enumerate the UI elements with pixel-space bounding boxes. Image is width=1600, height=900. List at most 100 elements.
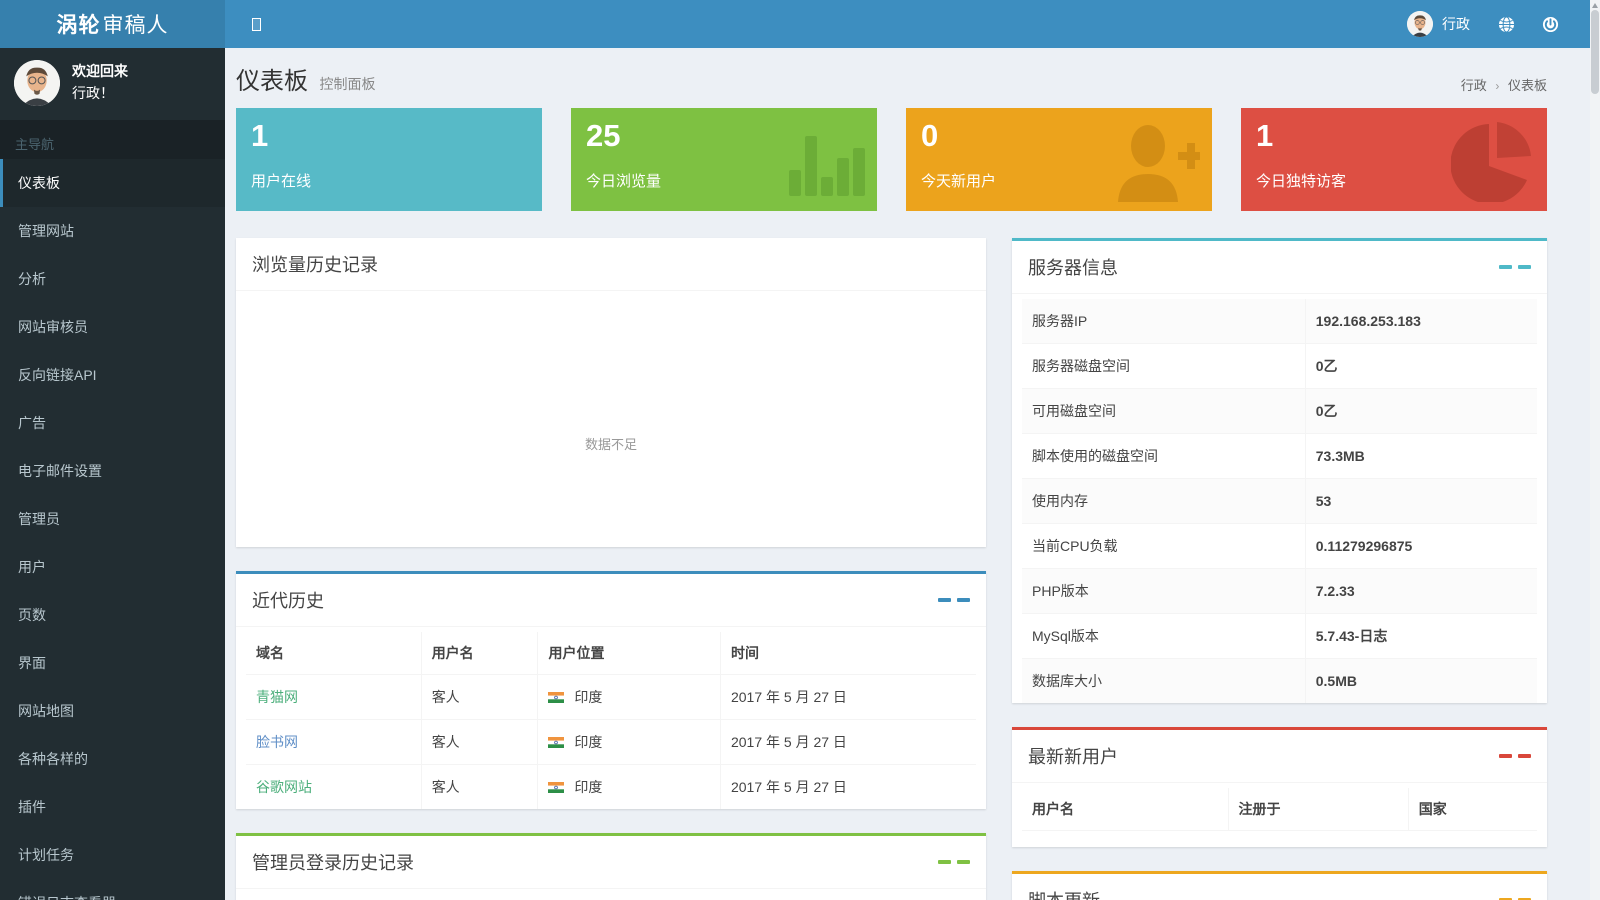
collapse-dash-icon[interactable] bbox=[1499, 754, 1512, 758]
sidebar-item-site-auditor[interactable]: 网站审核员 bbox=[0, 303, 225, 351]
col-time: 时间 bbox=[720, 632, 976, 675]
chart-empty-text: 数据不足 bbox=[236, 434, 986, 453]
server-info-label: 服务器磁盘空间 bbox=[1022, 344, 1305, 389]
server-info-value: 0.11279296875 bbox=[1305, 524, 1537, 569]
cell-time: 2017 年 5 月 27 日 bbox=[720, 765, 976, 810]
welcome-text: 欢迎回来 行政！ bbox=[72, 61, 128, 104]
sidebar-item-ads[interactable]: 广告 bbox=[0, 399, 225, 447]
recent-history-table: 域名 用户名 用户位置 时间 青猫网 客人 印度 2017 年 5 月 27 日 bbox=[246, 632, 976, 809]
panel-title: 管理员登录历史记录 bbox=[252, 849, 414, 875]
location-text: 印度 bbox=[574, 779, 602, 795]
india-flag-icon bbox=[548, 780, 564, 796]
india-flag-icon bbox=[548, 735, 564, 751]
logo-bold-text: 涡轮 bbox=[57, 9, 101, 39]
domain-link[interactable]: 脸书网 bbox=[256, 734, 298, 750]
table-header-row: 域名 用户名 用户位置 时间 bbox=[246, 632, 976, 675]
stat-card-users-online[interactable]: 1 用户在线 bbox=[236, 108, 542, 211]
cell-time: 2017 年 5 月 27 日 bbox=[720, 675, 976, 720]
server-info-panel: 服务器信息 服务器IP192.168.253.183 服务器磁盘空间0乙 可用磁… bbox=[1012, 238, 1547, 703]
collapse-dash-icon[interactable] bbox=[1499, 265, 1512, 269]
collapse-dash-icon[interactable] bbox=[938, 598, 951, 602]
collapse-dash-icon[interactable] bbox=[938, 860, 951, 864]
sidebar-menu: 仪表板 管理网站 分析 网站审核员 反向链接API 广告 电子邮件设置 管理员 … bbox=[0, 159, 225, 900]
user-plus-icon bbox=[1110, 122, 1200, 207]
sidebar-item-users[interactable]: 用户 bbox=[0, 543, 225, 591]
server-info-label: 服务器IP bbox=[1022, 299, 1305, 344]
sidebar-item-admins[interactable]: 管理员 bbox=[0, 495, 225, 543]
sidebar-toggle-icon[interactable] bbox=[241, 0, 271, 48]
col-username: 用户名 bbox=[421, 632, 538, 675]
welcome-line2: 行政！ bbox=[72, 83, 128, 105]
table-row: 服务器磁盘空间0乙 bbox=[1022, 344, 1537, 389]
page-subtitle: 控制面板 bbox=[319, 76, 375, 92]
stat-card-pageviews-today[interactable]: 25 今日浏览量 bbox=[571, 108, 877, 211]
recent-history-panel: 近代历史 域名 用户名 用户位置 时间 青猫网 bbox=[236, 571, 986, 809]
domain-link[interactable]: 青猫网 bbox=[256, 689, 298, 705]
table-row: MySql版本5.7.43-日志 bbox=[1022, 614, 1537, 659]
user-menu[interactable]: 行政 bbox=[1393, 0, 1484, 48]
sidebar-item-cron-tasks[interactable]: 计划任务 bbox=[0, 831, 225, 879]
power-icon[interactable] bbox=[1528, 0, 1572, 48]
stat-card-unique-visitors-today[interactable]: 1 今日独特访客 bbox=[1241, 108, 1547, 211]
welcome-line1: 欢迎回来 bbox=[72, 61, 128, 83]
sidebar-item-sitemap[interactable]: 网站地图 bbox=[0, 687, 225, 735]
domain-link[interactable]: 谷歌网站 bbox=[256, 779, 312, 795]
newest-users-table: 用户名 注册于 国家 bbox=[1022, 788, 1537, 847]
globe-icon[interactable] bbox=[1484, 0, 1528, 48]
location-text: 印度 bbox=[574, 734, 602, 750]
table-row: PHP版本7.2.33 bbox=[1022, 569, 1537, 614]
scrollbar-thumb[interactable] bbox=[1591, 10, 1599, 94]
sidebar-item-backlink-api[interactable]: 反向链接API bbox=[0, 351, 225, 399]
avatar bbox=[1407, 11, 1433, 37]
sidebar-item-plugins[interactable]: 插件 bbox=[0, 783, 225, 831]
app-logo[interactable]: 涡轮 审稿人 bbox=[0, 0, 225, 48]
collapse-dash-icon[interactable] bbox=[957, 860, 970, 864]
server-info-label: MySql版本 bbox=[1022, 614, 1305, 659]
breadcrumb-parent[interactable]: 行政 bbox=[1461, 78, 1487, 93]
server-info-label: PHP版本 bbox=[1022, 569, 1305, 614]
cell-username: 客人 bbox=[421, 675, 538, 720]
sidebar-item-email-settings[interactable]: 电子邮件设置 bbox=[0, 447, 225, 495]
sidebar-item-dashboard[interactable]: 仪表板 bbox=[0, 159, 225, 207]
table-header-row: 用户名 注册于 国家 bbox=[1022, 788, 1537, 831]
server-info-value: 0乙 bbox=[1305, 344, 1537, 389]
server-info-table: 服务器IP192.168.253.183 服务器磁盘空间0乙 可用磁盘空间0乙 … bbox=[1022, 299, 1537, 703]
panel-tools bbox=[938, 598, 970, 602]
logo-rest-text: 审稿人 bbox=[103, 9, 169, 39]
panel-title: 近代历史 bbox=[252, 587, 324, 613]
cell-time: 2017 年 5 月 27 日 bbox=[720, 720, 976, 765]
cell-location: 印度 bbox=[538, 675, 721, 720]
newest-users-panel: 最新新用户 用户名 注册于 国家 bbox=[1012, 727, 1547, 847]
breadcrumb-separator: › bbox=[1495, 79, 1499, 93]
col-location: 用户位置 bbox=[538, 632, 721, 675]
panel-title: 浏览量历史记录 bbox=[252, 251, 378, 277]
panel-title: 服务器信息 bbox=[1028, 254, 1118, 280]
navbar-username: 行政 bbox=[1442, 14, 1470, 34]
top-navbar: 涡轮 审稿人 行政 bbox=[0, 0, 1600, 48]
table-row: 数据库大小0.5MB bbox=[1022, 659, 1537, 704]
collapse-dash-icon[interactable] bbox=[1518, 265, 1531, 269]
sidebar-item-analytics[interactable]: 分析 bbox=[0, 255, 225, 303]
page-title: 仪表板 bbox=[236, 68, 308, 95]
scrollbar-up-arrow-icon[interactable] bbox=[1592, 3, 1598, 8]
pageviews-chart-area: 数据不足 bbox=[236, 291, 986, 547]
toggle-glyph-icon bbox=[252, 18, 261, 31]
india-flag-icon bbox=[548, 690, 564, 706]
panel-tools bbox=[938, 860, 970, 864]
server-info-value: 0乙 bbox=[1305, 389, 1537, 434]
server-info-value: 53 bbox=[1305, 479, 1537, 524]
server-info-label: 当前CPU负载 bbox=[1022, 524, 1305, 569]
sidebar-item-manage-sites[interactable]: 管理网站 bbox=[0, 207, 225, 255]
collapse-dash-icon[interactable] bbox=[957, 598, 970, 602]
stat-card-new-users-today[interactable]: 0 今天新用户 bbox=[906, 108, 1212, 211]
sidebar-item-interface[interactable]: 界面 bbox=[0, 639, 225, 687]
panel-title: 最新新用户 bbox=[1028, 743, 1118, 769]
server-info-value: 192.168.253.183 bbox=[1305, 299, 1537, 344]
sidebar-item-error-log[interactable]: 错误日志查看器 bbox=[0, 879, 225, 900]
sidebar-item-misc[interactable]: 各种各样的 bbox=[0, 735, 225, 783]
sidebar-item-pages[interactable]: 页数 bbox=[0, 591, 225, 639]
collapse-dash-icon[interactable] bbox=[1518, 754, 1531, 758]
col-registered-at: 注册于 bbox=[1228, 788, 1408, 831]
navbar-right: 行政 bbox=[1393, 0, 1572, 48]
server-info-value: 73.3MB bbox=[1305, 434, 1537, 479]
